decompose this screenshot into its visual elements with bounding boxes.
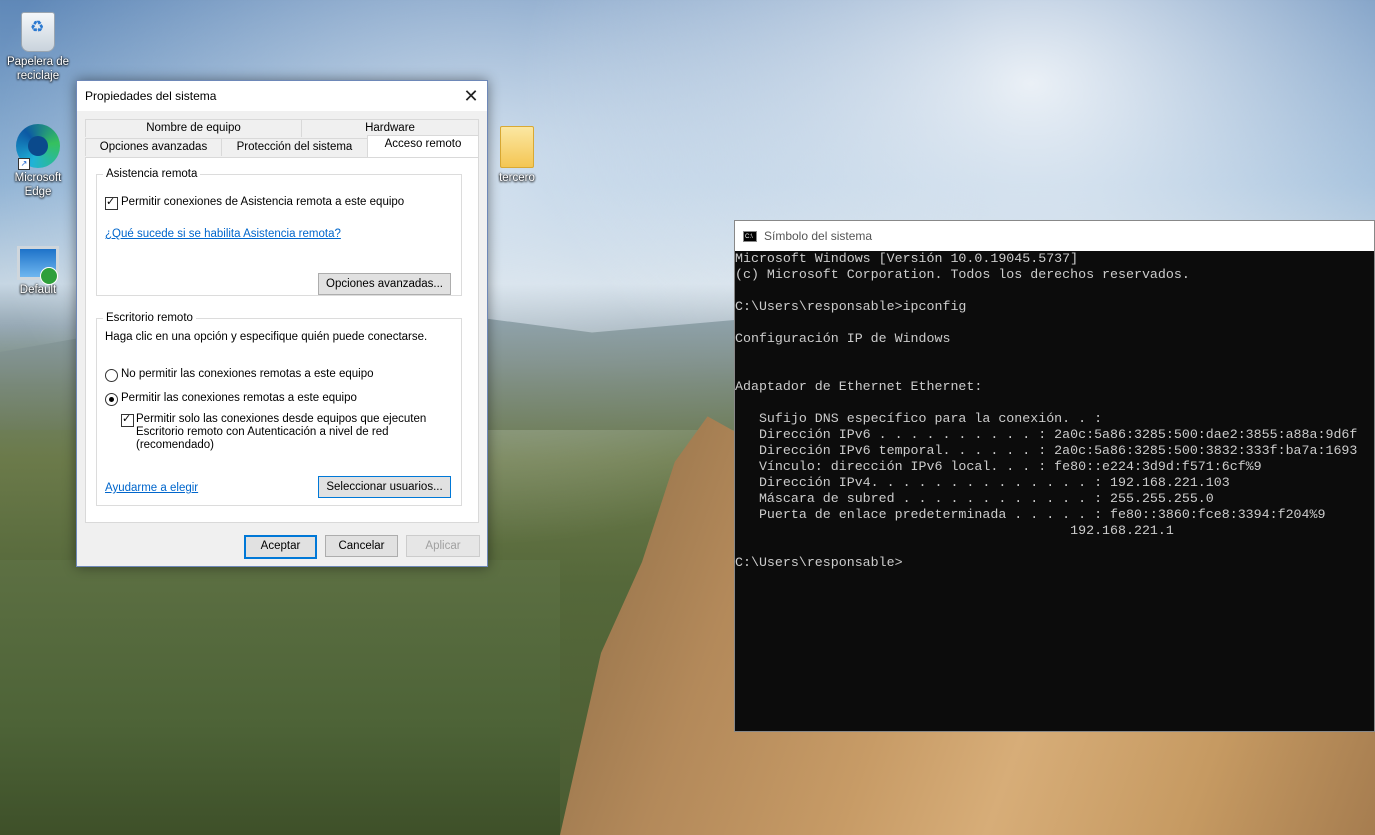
desktop-icon-tercero[interactable]: tercero (479, 124, 555, 185)
remote-desktop-legend: Escritorio remoto (106, 312, 193, 324)
desktop-icon-recycle-bin[interactable]: Papelera de reciclaje (0, 8, 76, 83)
cancel-button[interactable]: Cancelar (325, 535, 398, 557)
allow-remote-assistance-label[interactable]: Permitir conexiones de Asistencia remota… (121, 196, 404, 208)
nla-checkbox[interactable] (121, 412, 134, 427)
nla-label[interactable]: Permitir solo las conexiones desde equip… (136, 413, 426, 452)
dialog-title: Propiedades del sistema (85, 89, 217, 103)
apply-button[interactable]: Aplicar (406, 535, 480, 557)
help-me-choose-link[interactable]: Ayudarme a elegir (105, 482, 198, 494)
cmd-titlebar[interactable]: C:\ Símbolo del sistema (735, 221, 1374, 251)
desktop-icon-label: Microsoft Edge (14, 172, 62, 198)
tab-acceso-remoto[interactable]: Acceso remoto (367, 135, 479, 157)
desktop-icon-label: tercero (499, 172, 535, 184)
system-properties-dialog: Propiedades del sistema ✕ Nombre de equi… (76, 80, 488, 567)
tab-panel-acceso-remoto: Asistencia remota Permitir conexiones de… (85, 157, 479, 523)
nla-label-line3: (recomendado) (136, 439, 214, 451)
select-users-button[interactable]: Seleccionar usuarios... (318, 476, 451, 498)
tab-opciones-avanzadas[interactable]: Opciones avanzadas (85, 138, 222, 156)
deny-remote-connections-radio[interactable] (105, 369, 118, 382)
desktop-icon-edge[interactable]: ↗ Microsoft Edge (0, 124, 76, 199)
remote-assistance-legend: Asistencia remota (106, 168, 198, 180)
tab-strip: Nombre de equipo Hardware Opciones avanz… (85, 119, 479, 157)
ok-button[interactable]: Aceptar (244, 535, 317, 559)
desktop-icon-default[interactable]: Default (0, 240, 76, 297)
close-icon: ✕ (463, 85, 479, 106)
edge-icon: ↗ (16, 124, 60, 170)
deny-remote-connections-label[interactable]: No permitir las conexiones remotas a est… (121, 368, 374, 380)
folder-icon (500, 126, 534, 168)
close-button[interactable]: ✕ (455, 81, 487, 111)
command-prompt-window[interactable]: C:\ Símbolo del sistema Microsoft Window… (734, 220, 1375, 732)
remote-desktop-icon (17, 246, 59, 285)
dialog-titlebar[interactable]: Propiedades del sistema (77, 81, 487, 111)
tab-nombre-de-equipo[interactable]: Nombre de equipo (85, 119, 302, 137)
desktop-icon-label: Default (19, 284, 57, 296)
advanced-options-button[interactable]: Opciones avanzadas... (318, 273, 451, 295)
allow-remote-assistance-checkbox[interactable] (105, 195, 118, 210)
remote-assistance-help-link[interactable]: ¿Qué sucede si se habilita Asistencia re… (105, 228, 341, 240)
allow-remote-connections-radio[interactable] (105, 393, 118, 406)
cmd-output[interactable]: Microsoft Windows [Versión 10.0.19045.57… (735, 251, 1374, 571)
tab-proteccion-del-sistema[interactable]: Protección del sistema (221, 138, 368, 156)
nla-label-line1: Permitir solo las conexiones desde equip… (136, 413, 427, 425)
desktop-icon-label: Papelera de reciclaje (6, 56, 70, 82)
nla-label-line2: Escritorio remoto con Autenticación a ni… (136, 426, 389, 438)
cmd-icon: C:\ (743, 230, 757, 242)
shortcut-arrow-icon: ↗ (18, 158, 30, 170)
recycle-bin-icon (21, 12, 55, 52)
allow-remote-connections-label[interactable]: Permitir las conexiones remotas a este e… (121, 392, 357, 404)
cmd-title: Símbolo del sistema (764, 229, 873, 243)
remote-desktop-instruction: Haga clic en una opción y especifique qu… (105, 331, 428, 343)
wallpaper-valley (0, 560, 560, 835)
